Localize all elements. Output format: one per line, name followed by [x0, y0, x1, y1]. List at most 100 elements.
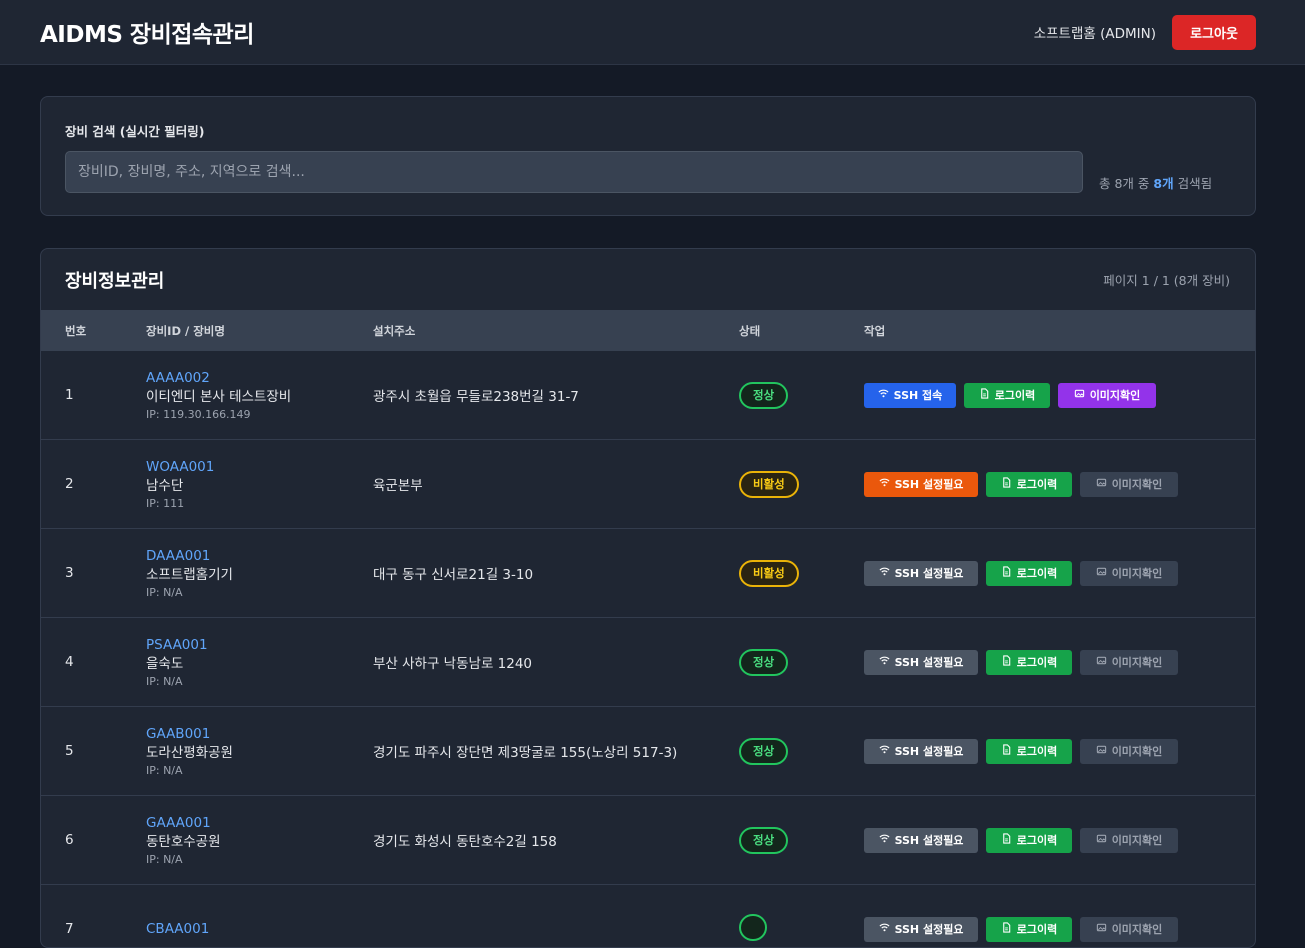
image-check-button: 이미지확인 [1080, 560, 1178, 586]
log-button-label: 로그이력 [1016, 478, 1058, 491]
page-info: 페이지 1 / 1 (8개 장비) [1103, 273, 1230, 288]
ssh-button[interactable]: SSH 설정필요 [864, 471, 978, 497]
wifi-icon [879, 477, 890, 491]
status-badge [739, 913, 767, 941]
image-button-label: 이미지확인 [1111, 834, 1163, 847]
log-history-button[interactable]: 로그이력 [964, 382, 1050, 408]
column-header-address: 설치주소 [373, 323, 416, 338]
status-cell: 정상 [739, 826, 864, 854]
status-badge: 정상 [739, 737, 789, 765]
status-cell: 정상 [739, 648, 864, 676]
search-input[interactable] [65, 151, 1083, 193]
column-header-no: 번호 [65, 323, 87, 338]
status-badge: 정상 [739, 648, 789, 676]
device-id-link[interactable]: GAAA001 [146, 814, 373, 832]
action-cell: SSH 설정필요 로그이력 이미지확인 [864, 471, 1255, 497]
log-history-button[interactable]: 로그이력 [986, 560, 1072, 586]
ssh-button[interactable]: SSH 설정필요 [864, 916, 978, 942]
log-history-button[interactable]: 로그이력 [986, 827, 1072, 853]
search-result-count: 총 8개 중 8개 검색됨 [1099, 173, 1212, 192]
action-cell: SSH 설정필요 로그이력 이미지확인 [864, 738, 1255, 764]
device-ip: IP: N/A [146, 674, 183, 688]
device-id-link[interactable]: WOAA001 [146, 458, 373, 476]
wifi-icon [878, 388, 889, 402]
log-history-button[interactable]: 로그이력 [986, 649, 1072, 675]
status-badge: 비활성 [739, 559, 799, 587]
table-row: 4 PSAA001 을숙도 IP: N/A 부산 사하구 낙동남로 1240 정상 SSH … [41, 618, 1255, 707]
image-button-label: 이미지확인 [1111, 923, 1163, 936]
device-id-link[interactable]: AAAA002 [146, 369, 373, 387]
image-check-button: 이미지확인 [1080, 738, 1178, 764]
device-address: 부산 사하구 낙동남로 1240 [373, 656, 533, 672]
device-ip: IP: 111 [146, 496, 185, 510]
status-cell: 정상 [739, 381, 864, 409]
log-history-button[interactable]: 로그이력 [986, 471, 1072, 497]
image-icon [1096, 655, 1107, 669]
table-row: 7 CBAA001 SSH 설정필요 로그이력 이미지확인 [41, 885, 1255, 947]
document-icon [1001, 744, 1012, 758]
status-badge: 비활성 [739, 470, 799, 498]
log-history-button[interactable]: 로그이력 [986, 916, 1072, 942]
document-icon [1001, 477, 1012, 491]
device-address: 육군본부 [373, 478, 423, 494]
ssh-button-label: SSH 설정필요 [894, 478, 964, 491]
table-row: 1 AAAA002 이티엔디 본사 테스트장비 IP: 119.30.166.149 광… [41, 351, 1255, 440]
image-check-button: 이미지확인 [1080, 827, 1178, 853]
ssh-button[interactable]: SSH 설정필요 [864, 649, 978, 675]
search-card: 장비 검색 (실시간 필터링) 총 8개 중8개검색됨 [40, 96, 1256, 216]
table-row: 5 GAAB001 도라산평화공원 IP: N/A 경기도 파주시 장단면 제3땅굴로 … [41, 707, 1255, 796]
device-cell: PSAA001 을숙도 IP: N/A [146, 636, 373, 689]
search-row: 총 8개 중8개검색됨 [65, 151, 1231, 193]
image-icon [1096, 744, 1107, 758]
image-check-button[interactable]: 이미지확인 [1058, 382, 1156, 408]
device-cell: DAAA001 소프트랩홈기기 IP: N/A [146, 547, 373, 600]
column-header-row: 번호 장비ID / 장비명 설치주소 상태 작업 [41, 310, 1255, 351]
log-history-button[interactable]: 로그이력 [986, 738, 1072, 764]
device-address: 경기도 파주시 장단면 제3땅굴로 155(노상리 517-3) [373, 745, 678, 761]
document-icon [1001, 922, 1012, 936]
device-id-link[interactable]: GAAB001 [146, 725, 373, 743]
search-count-value: 8개 [1153, 175, 1174, 191]
ssh-button[interactable]: SSH 접속 [864, 382, 956, 408]
status-cell [739, 913, 864, 945]
device-cell: GAAB001 도라산평화공원 IP: N/A [146, 725, 373, 778]
ssh-button-label: SSH 설정필요 [894, 656, 964, 669]
document-icon [1001, 566, 1012, 580]
device-id-link[interactable]: CBAA001 [146, 920, 373, 938]
ssh-button-label: SSH 설정필요 [894, 567, 964, 580]
wifi-icon [879, 922, 890, 936]
device-id-link[interactable]: DAAA001 [146, 547, 373, 565]
image-icon [1096, 477, 1107, 491]
status-cell: 비활성 [739, 470, 864, 498]
image-icon [1096, 833, 1107, 847]
image-button-label: 이미지확인 [1089, 389, 1141, 402]
action-cell: SSH 설정필요 로그이력 이미지확인 [864, 560, 1255, 586]
device-ip: IP: N/A [146, 585, 183, 599]
image-check-button: 이미지확인 [1080, 649, 1178, 675]
status-badge: 정상 [739, 826, 789, 854]
device-address: 경기도 화성시 동탄호수2길 158 [373, 834, 557, 850]
wifi-icon [879, 744, 890, 758]
ssh-button[interactable]: SSH 설정필요 [864, 560, 978, 586]
ssh-button[interactable]: SSH 설정필요 [864, 738, 978, 764]
ssh-button[interactable]: SSH 설정필요 [864, 827, 978, 853]
top-bar: AIDMS 장비접속관리 소프트랩홈 (ADMIN) 로그아웃 [0, 0, 1305, 65]
device-ip: IP: N/A [146, 763, 183, 777]
device-cell: CBAA001 [146, 920, 373, 938]
user-name: 소프트랩홈 (ADMIN) [1033, 26, 1156, 42]
device-cell: AAAA002 이티엔디 본사 테스트장비 IP: 119.30.166.149 [146, 369, 373, 422]
device-name: 이티엔디 본사 테스트장비 [146, 388, 292, 405]
image-icon [1074, 388, 1085, 402]
logout-button[interactable]: 로그아웃 [1172, 14, 1256, 50]
row-number: 5 [65, 743, 74, 759]
status-cell: 비활성 [739, 559, 864, 587]
document-icon [979, 388, 990, 402]
device-id-link[interactable]: PSAA001 [146, 636, 373, 654]
device-name: 을숙도 [146, 655, 184, 672]
status-cell: 정상 [739, 737, 864, 765]
document-icon [1001, 655, 1012, 669]
log-button-label: 로그이력 [1016, 834, 1058, 847]
device-ip: IP: 119.30.166.149 [146, 407, 251, 421]
action-cell: SSH 접속 로그이력 이미지확인 [864, 382, 1255, 408]
table-row: 2 WOAA001 남수단 IP: 111 육군본부 비활성 SSH 설정필요 로그이력 이미지… [41, 440, 1255, 529]
